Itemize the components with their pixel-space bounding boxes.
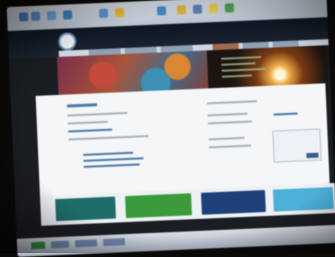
login-button[interactable]	[306, 152, 319, 159]
back-icon[interactable]	[18, 12, 29, 22]
edit-icon[interactable]	[208, 3, 219, 14]
mail-icon[interactable]	[176, 5, 187, 15]
banner[interactable]	[55, 196, 117, 222]
banner[interactable]	[125, 193, 192, 219]
print-icon[interactable]	[192, 4, 203, 14]
refresh-icon[interactable]	[46, 10, 57, 21]
start-button[interactable]	[30, 241, 46, 250]
taskbar-item[interactable]	[102, 238, 126, 247]
taskbar-item[interactable]	[74, 239, 98, 248]
banner[interactable]	[200, 190, 266, 215]
monitor-screen	[6, 0, 335, 257]
messenger-icon[interactable]	[224, 3, 235, 13]
taskbar-item[interactable]	[50, 240, 70, 249]
banner[interactable]	[272, 187, 334, 212]
home-icon[interactable]	[62, 10, 73, 20]
history-icon[interactable]	[156, 6, 167, 16]
favorites-icon[interactable]	[114, 7, 125, 18]
search-icon[interactable]	[98, 8, 109, 19]
forward-icon[interactable]	[30, 11, 41, 22]
